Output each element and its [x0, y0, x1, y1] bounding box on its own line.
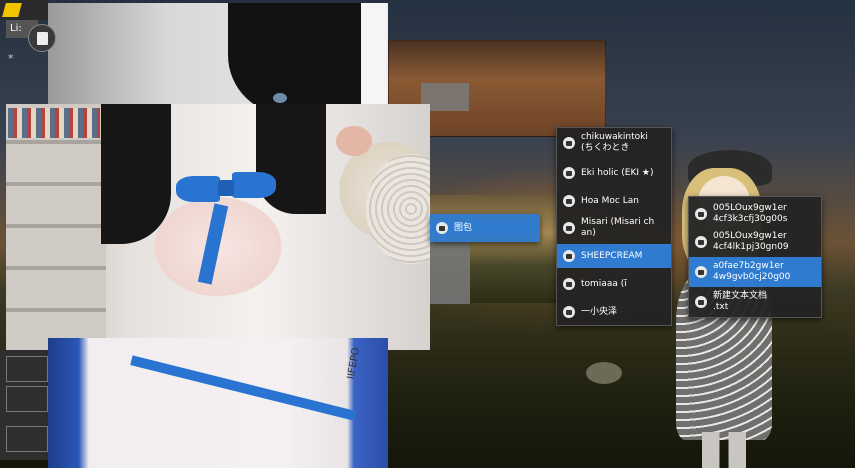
side-star: * — [8, 52, 14, 65]
character-legs — [702, 432, 746, 468]
image-file-icon — [695, 266, 707, 278]
panel-slot[interactable] — [6, 356, 48, 382]
text-file-icon — [695, 296, 707, 308]
menu-item-folder[interactable]: Misari (Misari ch an) — [557, 214, 671, 242]
grey-panel — [430, 242, 470, 304]
photo-eye — [273, 93, 287, 103]
photo-white-strip — [361, 3, 386, 115]
panel-slot[interactable] — [6, 386, 48, 412]
menu-item-file[interactable]: 005LOux9gw1er 4cf3k3cfj30g00s — [689, 201, 821, 227]
context-menu-level2: chikuwakintoki (ちくわとき Eki holic (EKI ★) … — [556, 127, 672, 326]
photo-blue-bow — [176, 170, 276, 210]
menu-item-file[interactable]: 005LOux9gw1er 4cf4lk1pj30gn09 — [689, 229, 821, 255]
menu-item-folder[interactable]: tomiaaa (ĩ — [557, 272, 671, 296]
photo-hair — [228, 3, 368, 115]
panel-slot[interactable] — [6, 426, 48, 452]
menu-item-label: 005LOux9gw1er 4cf3k3cfj30g00s — [713, 203, 788, 224]
folder-icon — [563, 137, 575, 149]
menu-item-folder[interactable]: Eki holic (EKI ★) — [557, 160, 671, 186]
top-taskbar — [0, 0, 48, 20]
menu-item-file-selected[interactable]: a0fae7b2gw1er 4w9gvb0cj20g00 — [689, 257, 821, 287]
menu-item-label: Misari (Misari ch an) — [581, 217, 655, 238]
app-logo-icon[interactable] — [2, 3, 22, 17]
menu-item-folder-selected[interactable]: SHEEPCREAM — [557, 244, 671, 268]
menu-item-file[interactable]: 新建文本文档 .txt — [689, 289, 821, 315]
photo-flower — [336, 126, 372, 156]
menu-item-label: a0fae7b2gw1er 4w9gvb0cj20g00 — [713, 261, 791, 282]
menu-item-label: Hoa Moc Lan — [581, 195, 639, 206]
folder-icon — [563, 167, 575, 179]
menu-item-label: 005LOux9gw1er 4cf4lk1pj30gn09 — [713, 231, 789, 252]
image-file-icon — [695, 208, 707, 220]
menu-item-folder[interactable]: chikuwakintoki (ちくわとき — [557, 130, 671, 156]
menu-item-label: tomiaaa (ĩ — [581, 278, 627, 289]
photo-ribbon — [197, 203, 229, 285]
context-menu-level1: 图包 — [430, 214, 540, 242]
context-menu-level3: 005LOux9gw1er 4cf3k3cfj30g00s 005LOux9gw… — [688, 196, 822, 318]
wallpaper-rock — [586, 362, 622, 384]
folder-icon — [563, 250, 575, 262]
menu-item-label: Eki holic (EKI ★) — [581, 167, 654, 178]
menu-item-label: SHEEPCREAM — [581, 250, 643, 261]
folder-icon — [563, 195, 575, 207]
photo-books — [8, 108, 100, 138]
folder-icon — [563, 306, 575, 318]
folder-icon — [563, 222, 575, 234]
image-file-icon — [695, 236, 707, 248]
menu-item-folder[interactable]: Hoa Moc Lan — [557, 188, 671, 214]
photo-blue-band — [130, 355, 356, 421]
photo-window-main[interactable] — [6, 104, 430, 350]
menu-item-label: chikuwakintoki (ちくわとき — [581, 132, 648, 153]
document-icon[interactable] — [28, 24, 56, 52]
left-dark-panel — [0, 350, 48, 460]
folder-icon — [563, 278, 575, 290]
folder-icon — [436, 222, 448, 234]
photo-window-top[interactable] — [48, 3, 388, 115]
photo-window-bottom[interactable]: IIFEPO — [48, 338, 388, 468]
menu-item-image-pack[interactable]: 图包 — [430, 222, 540, 234]
menu-item-label: 图包 — [454, 222, 473, 233]
menu-item-label: 新建文本文档 .txt — [713, 291, 768, 312]
photo-bookshelf — [6, 104, 106, 350]
photo-caption: IIFEPO — [345, 346, 363, 381]
photo-hair-left — [101, 104, 171, 244]
menu-item-folder[interactable]: 一小央泽 — [557, 300, 671, 324]
photo-fan — [366, 154, 430, 264]
menu-item-label: 一小央泽 — [581, 306, 618, 317]
